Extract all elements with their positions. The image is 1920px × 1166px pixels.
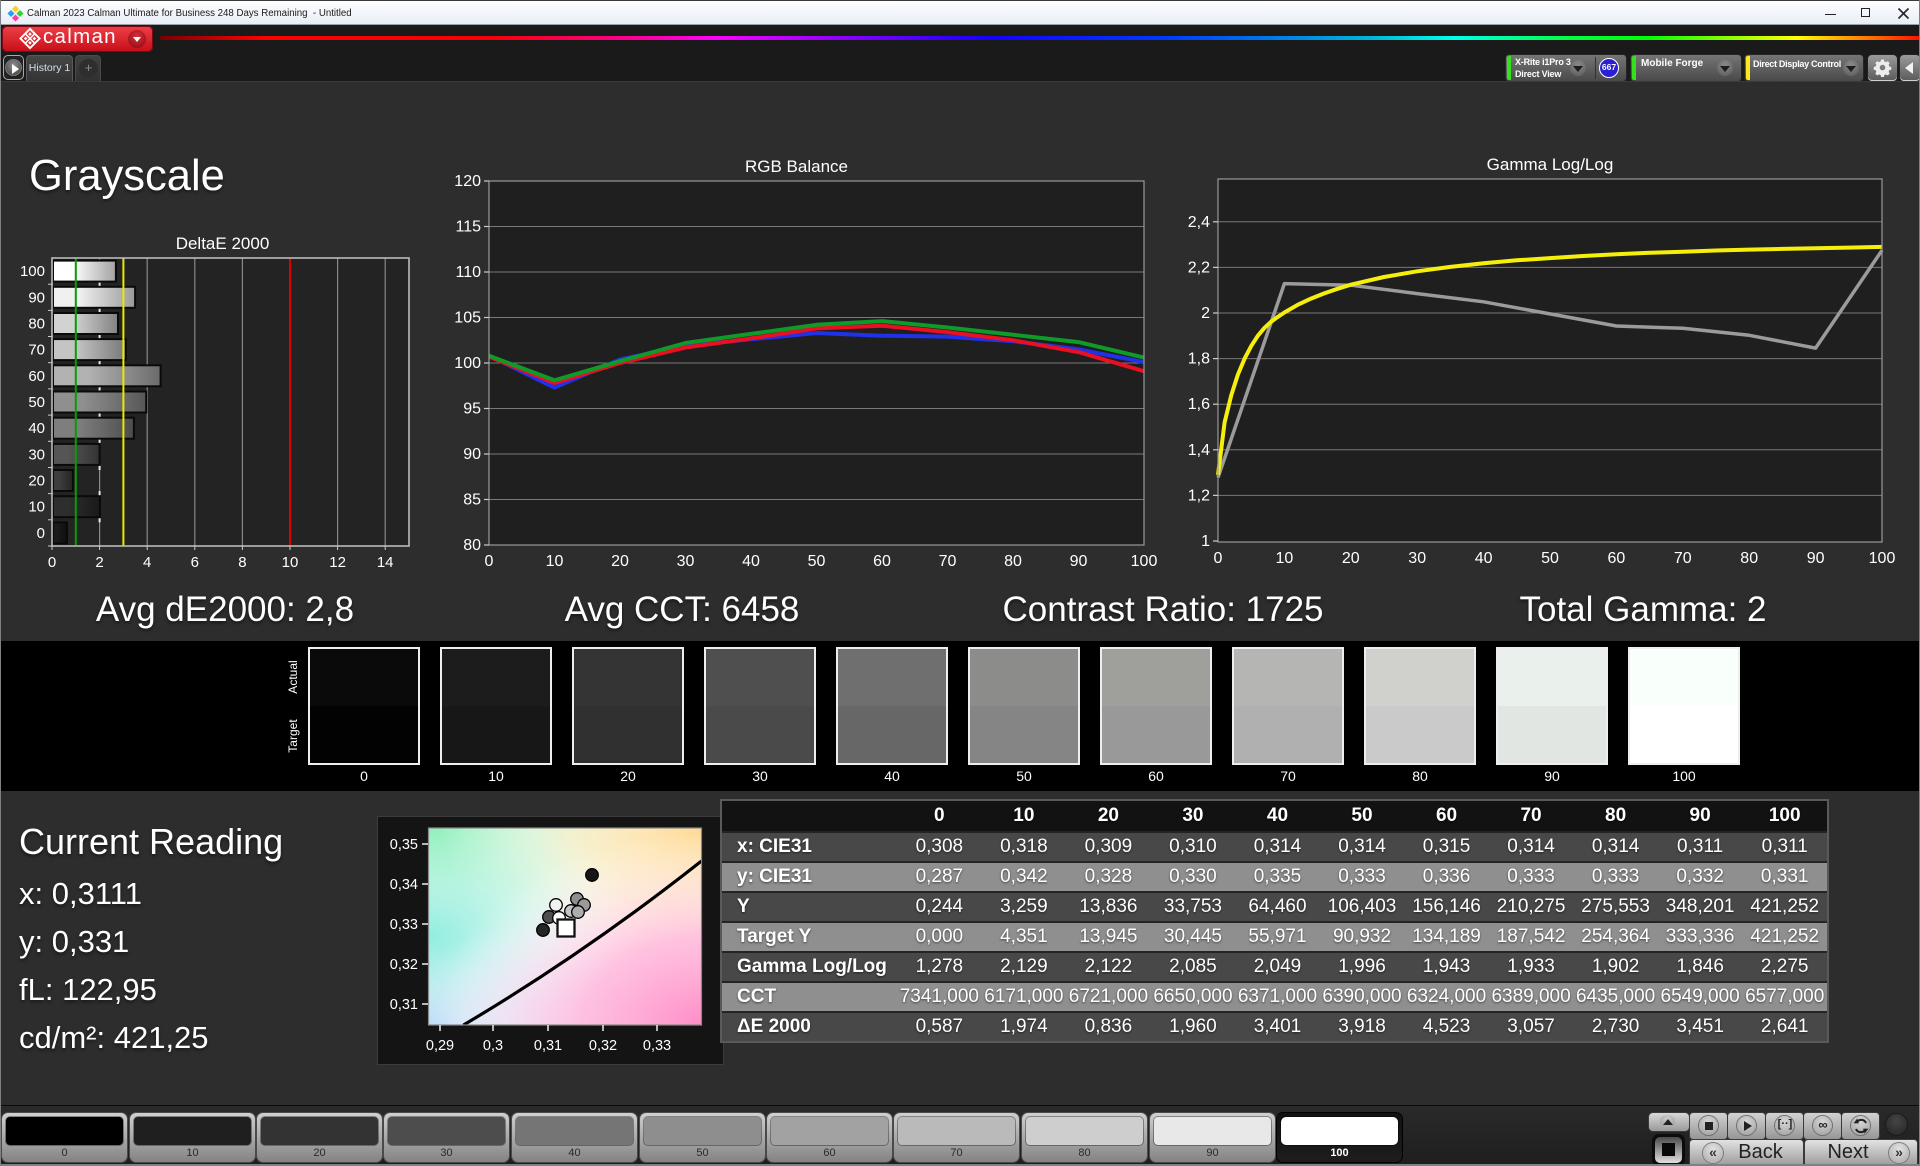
svg-text:0: 0 — [48, 554, 56, 571]
svg-text:6: 6 — [191, 554, 199, 571]
svg-text:85: 85 — [463, 492, 481, 509]
svg-text:50: 50 — [28, 394, 45, 411]
svg-text:0,31: 0,31 — [534, 1038, 562, 1054]
svg-text:DeltaE 2000: DeltaE 2000 — [176, 234, 270, 253]
svg-text:0,34: 0,34 — [390, 877, 418, 893]
svg-text:1,4: 1,4 — [1188, 442, 1210, 459]
svg-text:20: 20 — [611, 553, 629, 570]
svg-text:100: 100 — [454, 355, 481, 372]
svg-text:1,6: 1,6 — [1188, 396, 1210, 413]
svg-text:0,31: 0,31 — [390, 997, 418, 1013]
svg-text:1,8: 1,8 — [1188, 351, 1210, 368]
svg-text:70: 70 — [1674, 550, 1692, 567]
svg-text:4: 4 — [143, 554, 151, 571]
svg-text:2,2: 2,2 — [1188, 259, 1210, 276]
svg-text:0,35: 0,35 — [390, 837, 418, 853]
svg-text:40: 40 — [1475, 550, 1493, 567]
svg-text:70: 70 — [28, 342, 45, 359]
svg-text:60: 60 — [1608, 550, 1626, 567]
svg-text:90: 90 — [1070, 553, 1088, 570]
svg-text:80: 80 — [1740, 550, 1758, 567]
svg-text:1,2: 1,2 — [1188, 487, 1210, 504]
svg-text:0,33: 0,33 — [643, 1038, 671, 1054]
svg-text:80: 80 — [28, 316, 45, 333]
svg-text:40: 40 — [28, 420, 45, 437]
svg-text:100: 100 — [20, 263, 45, 280]
svg-text:60: 60 — [28, 368, 45, 385]
svg-text:10: 10 — [546, 553, 564, 570]
svg-text:90: 90 — [463, 446, 481, 463]
svg-text:0,29: 0,29 — [426, 1038, 454, 1054]
svg-text:0: 0 — [37, 525, 45, 542]
svg-text:0,33: 0,33 — [390, 917, 418, 933]
svg-text:40: 40 — [742, 553, 760, 570]
svg-text:90: 90 — [1807, 550, 1825, 567]
svg-text:30: 30 — [677, 553, 695, 570]
svg-text:2,4: 2,4 — [1188, 214, 1210, 231]
svg-text:8: 8 — [238, 554, 246, 571]
svg-text:110: 110 — [455, 264, 481, 281]
svg-text:90: 90 — [28, 289, 45, 306]
svg-text:20: 20 — [28, 473, 45, 490]
svg-text:0: 0 — [1214, 550, 1223, 567]
svg-text:12: 12 — [329, 554, 346, 571]
svg-text:1: 1 — [1201, 533, 1210, 550]
svg-text:20: 20 — [1342, 550, 1360, 567]
svg-text:2: 2 — [95, 554, 103, 571]
svg-text:Gamma Log/Log: Gamma Log/Log — [1487, 155, 1614, 174]
svg-text:70: 70 — [939, 553, 957, 570]
svg-text:120: 120 — [454, 173, 481, 190]
svg-text:2: 2 — [1201, 305, 1210, 322]
svg-text:0,32: 0,32 — [390, 957, 418, 973]
svg-text:80: 80 — [463, 537, 481, 554]
svg-text:100: 100 — [1869, 550, 1896, 567]
svg-text:60: 60 — [873, 553, 891, 570]
svg-text:10: 10 — [1276, 550, 1294, 567]
svg-text:100: 100 — [1131, 553, 1158, 570]
svg-text:0,32: 0,32 — [589, 1038, 617, 1054]
svg-text:115: 115 — [455, 219, 481, 236]
svg-text:95: 95 — [463, 401, 481, 418]
svg-text:50: 50 — [1541, 550, 1559, 567]
svg-text:14: 14 — [377, 554, 394, 571]
svg-text:0,3: 0,3 — [483, 1038, 503, 1054]
svg-text:30: 30 — [28, 446, 45, 463]
svg-text:50: 50 — [808, 553, 826, 570]
svg-text:0: 0 — [485, 553, 494, 570]
svg-text:30: 30 — [1408, 550, 1426, 567]
svg-text:10: 10 — [282, 554, 299, 571]
svg-text:10: 10 — [28, 499, 45, 516]
svg-text:RGB Balance: RGB Balance — [745, 157, 848, 176]
svg-text:80: 80 — [1004, 553, 1022, 570]
svg-text:105: 105 — [454, 310, 481, 327]
